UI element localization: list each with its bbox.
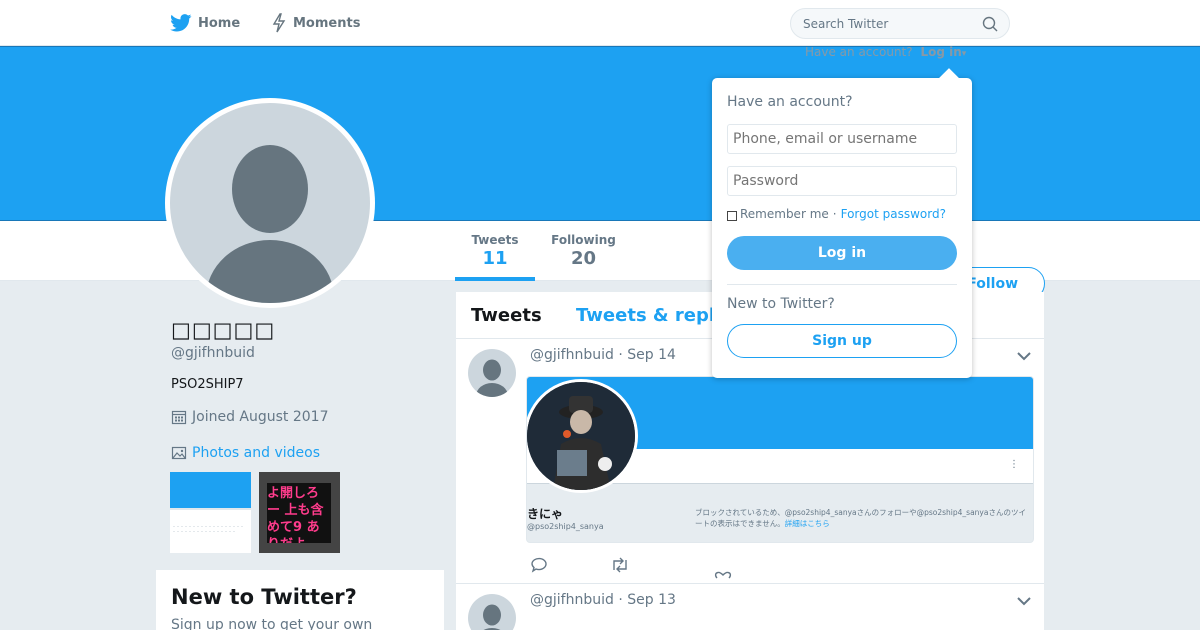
more-dots-icon: ⋮ [1009, 459, 1019, 470]
tweet-header: @gjifhnbuid · Sep 13 [530, 592, 676, 608]
tweet-avatar[interactable] [468, 594, 516, 630]
photo-thumbnail[interactable]: ・・・・・・・・・・・・・・・・・・ ・・・・・・・・・・・・・・・・ [170, 472, 251, 553]
tweet-handle[interactable]: @gjifhnbuid [530, 347, 614, 363]
tweet-avatar[interactable] [468, 349, 516, 397]
twitter-bird-icon [170, 14, 192, 32]
search-box [790, 8, 1010, 39]
thumbnail-text: よ開しろー 上も含めて9 ありだよ [267, 483, 331, 543]
card-note-text: ブロックされているため、@pso2ship4_sanyaさんのフォローや@pso… [695, 508, 1026, 528]
profile-avatar[interactable] [165, 98, 375, 308]
photos-link-label: Photos and videos [192, 445, 321, 461]
tweet-header: @gjifhnbuid · Sep 14 [530, 347, 676, 363]
card-profile-avatar [527, 379, 638, 493]
nav-home[interactable]: Home [170, 0, 240, 46]
tweet-handle[interactable]: @gjifhnbuid [530, 592, 614, 608]
search-icon[interactable] [982, 16, 998, 32]
new-to-twitter-heading: New to Twitter? [727, 296, 835, 312]
stat-following[interactable]: Following 20 [550, 233, 617, 269]
card-blocked-note: ブロックされているため、@pso2ship4_sanyaさんのフォローや@pso… [695, 507, 1030, 529]
login-dropdown: Have an account? Remember me · Forgot pa… [712, 68, 972, 378]
card-display-name: きにゃ [527, 507, 564, 521]
tweet-date[interactable]: Sep 13 [627, 592, 676, 608]
default-avatar-icon [476, 359, 508, 397]
tweet[interactable]: @gjifhnbuid · Sep 13 [456, 584, 1044, 630]
nav-moments[interactable]: Moments [271, 0, 360, 46]
remember-checkbox[interactable] [727, 210, 737, 221]
forgot-password-link[interactable]: Forgot password? [841, 207, 946, 221]
tab-tweets[interactable]: Tweets [471, 305, 542, 326]
stat-tweets[interactable]: Tweets 11 [470, 233, 520, 269]
image-icon [171, 446, 187, 460]
login-button[interactable]: Log in [727, 236, 957, 270]
retweet-icon[interactable] [610, 557, 630, 573]
joined-label: Joined August 2017 [192, 409, 329, 425]
thumbnail-text: ・・・・・・・・・・・・・・・・・・ ・・・・・・・・・・・・・・・・ [172, 524, 244, 534]
calendar-icon [171, 410, 187, 425]
account-prompt-line: Have an account? Log in▾ [805, 45, 966, 59]
profile-bio: PSO2SHIP7 [171, 377, 244, 392]
lightning-icon [272, 13, 286, 33]
new-to-twitter-title: New to Twitter? [171, 585, 357, 609]
joined-date: Joined August 2017 [171, 409, 328, 425]
active-stat-underline [455, 277, 535, 281]
like-icon[interactable] [714, 571, 732, 579]
nav-home-label: Home [198, 15, 241, 31]
tweet-date[interactable]: Sep 14 [627, 347, 676, 363]
account-prompt: Have an account? [805, 45, 913, 59]
new-to-twitter-card: New to Twitter? Sign up now to get your … [156, 570, 444, 630]
username-field[interactable] [727, 124, 957, 154]
stat-tweets-value: 11 [482, 248, 508, 269]
signup-button[interactable]: Sign up [727, 324, 957, 358]
stat-tweets-label: Tweets [471, 233, 519, 247]
card-handle: @pso2ship4_sanya [527, 522, 604, 531]
character-avatar-icon [527, 382, 635, 490]
login-heading: Have an account? [727, 94, 853, 110]
chevron-down-icon[interactable] [1017, 596, 1031, 606]
profile-handle: @gjifhnbuid [171, 345, 255, 361]
remember-label[interactable]: Remember me [740, 207, 829, 221]
caret-down-icon[interactable]: ▾ [962, 49, 967, 59]
card-note-link: 詳細はこちら [784, 519, 830, 528]
new-to-twitter-subtitle: Sign up now to get your own [171, 617, 373, 630]
stat-following-label: Following [551, 233, 616, 247]
display-name: □□□□□ [171, 318, 276, 342]
remember-separator: · [832, 207, 837, 221]
login-link[interactable]: Log in [920, 45, 961, 59]
dropdown-divider [727, 284, 957, 285]
default-avatar-icon [483, 604, 501, 630]
search-input[interactable] [803, 9, 973, 38]
chevron-down-icon[interactable] [1017, 351, 1031, 361]
stat-following-value: 20 [570, 248, 597, 269]
password-field[interactable] [727, 166, 957, 196]
reply-icon[interactable] [530, 557, 548, 573]
tweet-image-card[interactable]: ⋮ きにゃ @pso2ship4_sanya ブロックされているため、@pso2… [526, 376, 1034, 543]
nav-moments-label: Moments [293, 15, 361, 31]
photos-and-videos-link[interactable]: Photos and videos [171, 445, 320, 461]
top-navigation: Home Moments [0, 0, 1200, 46]
tweet-actions [530, 557, 760, 579]
photo-thumbnail[interactable]: よ開しろー 上も含めて9 ありだよ [259, 472, 340, 553]
remember-row: Remember me · Forgot password? [727, 207, 946, 221]
default-avatar-icon [206, 145, 334, 303]
